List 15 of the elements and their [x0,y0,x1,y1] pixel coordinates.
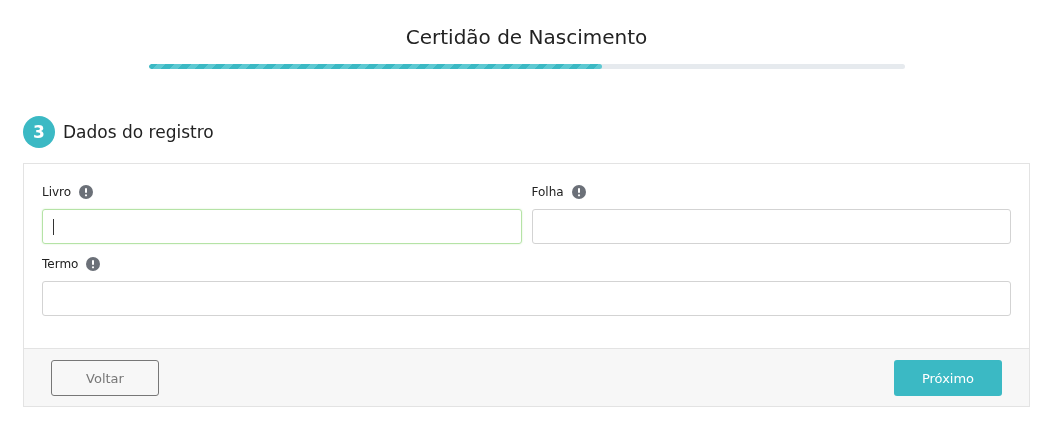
input-field[interactable] [42,209,522,244]
input-field[interactable] [531,209,1011,244]
info-icon [571,185,586,199]
info-icon [79,185,94,199]
back-button[interactable]: Voltar [51,360,159,396]
field-label: Folha [531,185,564,199]
text-cursor [53,218,54,235]
field-label: Livro [42,185,72,199]
page-title: Certidão de Nascimento [405,24,648,51]
info-icon [86,257,101,271]
field-label: Termo [42,257,79,271]
step-number: 3 [23,116,55,148]
next-button[interactable]: Próximo [894,360,1002,396]
input-field[interactable] [42,281,1011,316]
step-title: Dados do registro [63,122,214,142]
